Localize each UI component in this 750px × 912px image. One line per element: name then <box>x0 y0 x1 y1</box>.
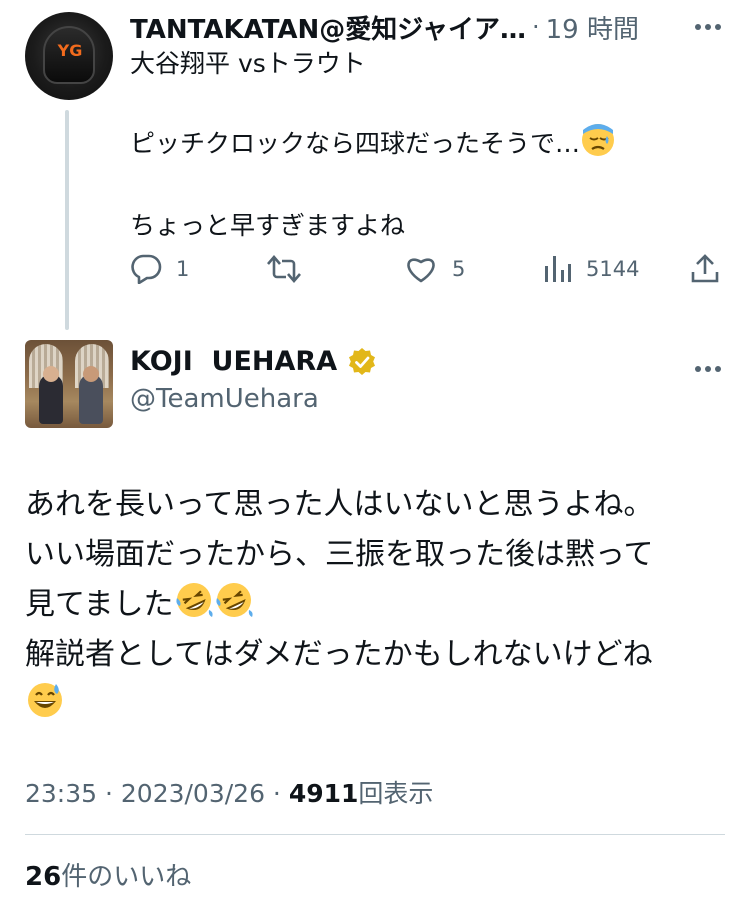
views-label: 回表示 <box>358 779 434 808</box>
retweet-button[interactable] <box>266 254 316 284</box>
reply-action-bar: 1 5 5144 <box>130 250 730 290</box>
reply-timestamp[interactable]: 19 時間 <box>546 9 639 46</box>
reply-count: 1 <box>176 257 190 281</box>
reply-line-2: ピッチクロックなら四球だったそうで… <box>130 122 700 168</box>
retweet-icon <box>267 255 301 283</box>
reply-tweet-text: 大谷翔平 vsトラウト ピッチクロックなら四球だったそうで… ちょっと早すぎます… <box>130 46 700 284</box>
giants-logo: YG <box>57 41 83 60</box>
separator-dot: · <box>532 13 540 41</box>
likes-summary[interactable]: 26件のいいね <box>25 856 191 893</box>
divider <box>25 834 725 835</box>
rofl-emoji <box>174 580 214 636</box>
reply-author-avatar[interactable]: YG <box>25 12 113 100</box>
main-line-3: 見てました <box>25 580 725 630</box>
heart-icon <box>407 258 435 283</box>
more-options-icon[interactable] <box>694 16 722 35</box>
main-line-3-text: 見てました <box>25 587 174 622</box>
grinning-sweat-emoji <box>25 680 65 736</box>
main-author-avatar[interactable] <box>25 340 113 428</box>
views-button[interactable]: 5144 <box>544 254 639 284</box>
reply-line-2-text: ピッチクロックなら四球だったそうで… <box>130 129 581 158</box>
rofl-emoji <box>214 580 254 636</box>
like-count: 5 <box>452 257 466 281</box>
main-line-2: いい場面だったから、三振を取った後は黙って <box>25 537 654 572</box>
analytics-icon <box>545 256 571 282</box>
like-button[interactable]: 5 <box>404 254 465 284</box>
share-button[interactable] <box>690 254 720 284</box>
sweat-face-emoji <box>580 122 616 168</box>
reply-line-3: ちょっと早すぎますよね <box>130 211 406 240</box>
person-head <box>43 366 59 382</box>
main-author-name-row[interactable]: KOJI UEHARA <box>130 346 377 377</box>
share-icon <box>691 254 719 283</box>
tweet-meta: 23:35 · 2023/03/26 · 4911回表示 <box>25 774 433 810</box>
main-author-name: KOJI UEHARA <box>130 346 338 377</box>
main-tweet-text: あれを長いって思った人はいないと思うよね。 いい場面だったから、三振を取った後は… <box>25 480 725 730</box>
verified-badge-icon <box>347 347 377 377</box>
reply-button[interactable]: 1 <box>130 254 189 284</box>
main-author-handle[interactable]: @TeamUehara <box>130 384 319 414</box>
views-count: 5144 <box>586 257 640 281</box>
more-options-icon[interactable] <box>694 358 722 377</box>
likes-label: 件のいいね <box>61 862 192 892</box>
person-head <box>83 366 99 382</box>
reply-icon <box>131 254 162 284</box>
main-line-4: 解説者としてはダメだったかもしれないけどね <box>25 637 653 672</box>
reply-line-1: 大谷翔平 vsトラウト <box>130 49 366 78</box>
views-number: 4911 <box>288 779 359 808</box>
main-line-1: あれを長いって思った人はいないと思うよね。 <box>25 487 654 522</box>
main-line-5 <box>25 680 725 730</box>
reply-author-name[interactable]: TANTAKATAN@愛知ジャイア… <box>130 9 526 46</box>
likes-number: 26 <box>25 862 62 892</box>
reply-header: TANTAKATAN@愛知ジャイア… · 19 時間 <box>130 9 730 46</box>
tweet-timestamp[interactable]: 23:35 · 2023/03/26 · <box>25 779 289 808</box>
thread-connector-line <box>65 110 69 330</box>
